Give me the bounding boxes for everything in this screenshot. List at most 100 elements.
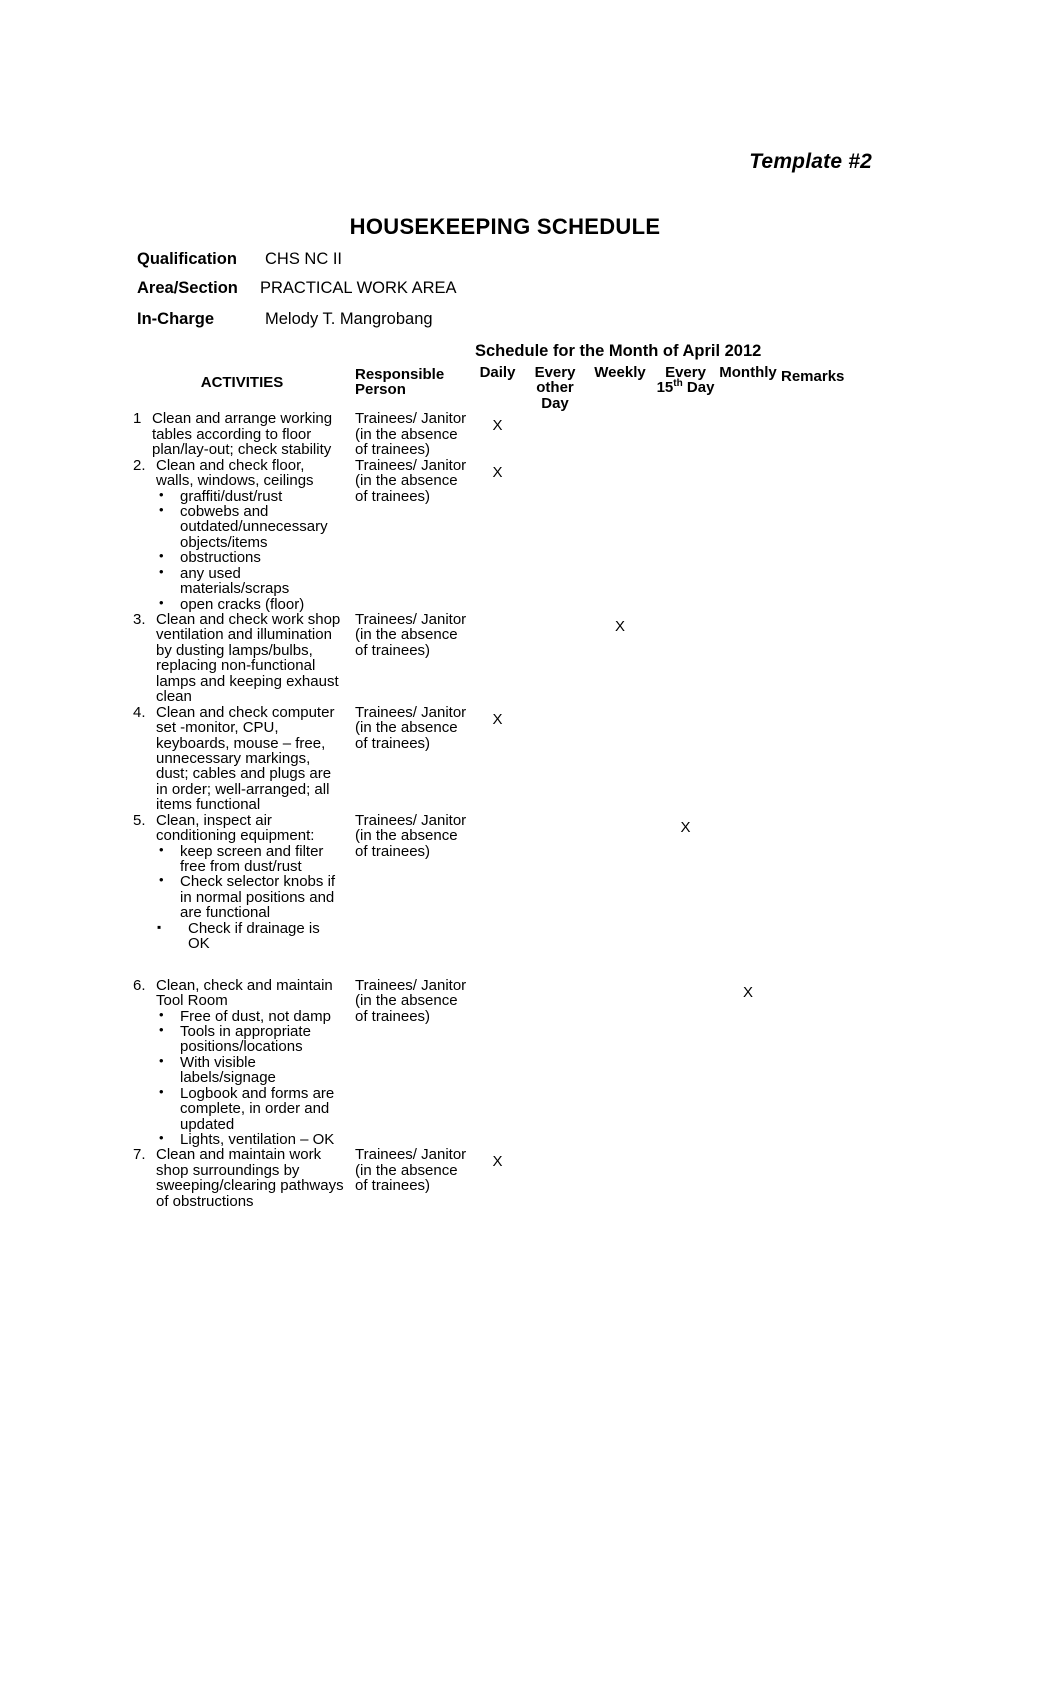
document-page: Template #2 HOUSEKEEPING SCHEDULE Qualif… [0, 0, 1062, 1686]
every-other-day-mark-cell [524, 813, 586, 952]
column-header-monthly: Monthly [719, 364, 777, 381]
activity-cell: 6. Clean, check and maintain Tool RoomFre… [133, 976, 351, 1147]
remarks-cell [779, 813, 877, 952]
activity-sub-item: keep screen and filter free from dust/ru… [133, 843, 345, 875]
weekly-mark-cell [586, 1147, 654, 1209]
activity-number: 5. [133, 811, 146, 829]
qualification-row: Qualification CHS NC II [137, 250, 342, 269]
table-header-row: ACTIVITIES Responsible Person Daily Ever… [133, 365, 877, 411]
weekly-mark-cell [586, 705, 654, 813]
table-row: 6. Clean, check and maintain Tool RoomFre… [133, 976, 877, 1148]
daily-mark-cell: X [492, 1153, 503, 1171]
every-other-day-mark-cell [524, 612, 586, 705]
column-header-every-other-day: Every other Day [534, 364, 576, 412]
monthly-mark-cell [717, 1147, 779, 1209]
activity-sub-item: open cracks (floor) [133, 596, 345, 612]
activity-sub-item: cobwebs and outdated/unnecessary objects… [133, 503, 345, 550]
table-row: 5. Clean, inspect air conditioning equipm… [133, 811, 877, 952]
responsible-person-cell: Trainees/ Janitor (in the absence of tra… [355, 811, 467, 860]
weekly-mark-cell: X [614, 618, 625, 635]
row-spacer-cell [471, 952, 524, 978]
every-other-day-mark-cell [524, 978, 586, 1148]
remarks-cell [779, 1147, 877, 1209]
row-spacer-cell [133, 952, 351, 978]
remarks-cell [779, 705, 877, 813]
table-row: 7. Clean and maintain work shop surroundi… [133, 1147, 877, 1209]
activity-number: 1 [133, 410, 142, 428]
activity-sub-item: obstructions [133, 549, 345, 565]
every-15th-day-mark-cell: X [680, 818, 691, 836]
every-other-day-mark-cell [524, 411, 586, 457]
every-15th-day-mark-cell [654, 411, 717, 457]
activity-number: 3. [133, 611, 146, 628]
area-section-row: Area/Section PRACTICAL WORK AREA [137, 279, 457, 298]
column-header-weekly: Weekly [594, 364, 646, 381]
remarks-cell [779, 458, 877, 612]
activity-sub-item: Logbook and forms are complete, in order… [133, 1085, 345, 1132]
activity-sub-list: Free of dust, not dampTools in appropria… [133, 1007, 345, 1147]
daily-mark-cell: X [492, 710, 503, 728]
every-other-day-mark-cell [524, 705, 586, 813]
daily-mark-cell: X [492, 463, 503, 481]
monthly-mark-cell [717, 612, 779, 705]
remarks-cell [779, 612, 877, 705]
activity-text: Clean and check floor, walls, windows, c… [156, 456, 314, 490]
activity-cell: 3. Clean and check work shop ventilation … [133, 612, 351, 705]
activity-sub-item: With visible labels/signage [133, 1054, 345, 1086]
activity-sub-list: graffiti/dust/rustcobwebs and outdated/u… [133, 487, 345, 612]
table-body: 1 Clean and arrange working tables accord… [133, 411, 877, 1209]
qualification-label: Qualification [137, 250, 237, 268]
row-spacer-cell [524, 952, 586, 978]
responsible-person-cell: Trainees/ Janitor (in the absence of tra… [355, 611, 467, 659]
activity-number: 2. [133, 456, 146, 474]
table-header: ACTIVITIES Responsible Person Daily Ever… [133, 365, 877, 411]
schedule-month-caption: Schedule for the Month of April 2012 [475, 342, 762, 360]
weekly-mark-cell [586, 411, 654, 457]
column-header-remarks: Remarks [781, 368, 845, 385]
activity-sub-item: Free of dust, not damp [133, 1007, 345, 1023]
monthly-mark-cell [717, 458, 779, 612]
activity-text: Clean and arrange working tables accordi… [152, 410, 333, 459]
activity-number: 6. [133, 976, 146, 994]
qualification-value: CHS NC II [265, 250, 343, 268]
activity-sub-item: any used materials/scraps [133, 565, 345, 597]
activity-number: 7. [133, 1146, 146, 1164]
daily-mark-cell: X [492, 417, 503, 435]
monthly-mark-cell [717, 705, 779, 813]
activity-cell: 7. Clean and maintain work shop surroundi… [133, 1147, 351, 1209]
activity-text: Clean, check and maintain Tool Room [156, 976, 333, 1010]
weekly-mark-cell [586, 978, 654, 1148]
monthly-mark-cell: X [742, 983, 753, 1001]
responsible-person-cell: Trainees/ Janitor (in the absence of tra… [355, 703, 467, 752]
every-15th-day-mark-cell [654, 458, 717, 612]
activity-text: Clean and check work shop ventilation an… [156, 611, 341, 706]
responsible-person-cell: Trainees/ Janitor (in the absence of tra… [355, 410, 467, 459]
column-header-daily: Daily [479, 364, 516, 381]
row-spacer-cell [586, 952, 654, 978]
activity-cell: 2. Clean and check floor, walls, windows,… [133, 456, 351, 612]
every-other-day-mark-cell [524, 1147, 586, 1209]
table-row: 4. Clean and check computer set -monitor,… [133, 703, 877, 814]
row-spacer-cell [779, 952, 877, 978]
activity-text: Clean and check computer set -monitor, C… [156, 703, 335, 814]
activity-number: 4. [133, 703, 146, 721]
row-spacer-cell [654, 952, 717, 978]
remarks-cell [779, 411, 877, 457]
every-15th-day-mark-cell [654, 612, 717, 705]
column-header-responsible-person: Responsible Person [355, 366, 445, 399]
monthly-mark-cell [717, 411, 779, 457]
table-row: 2. Clean and check floor, walls, windows,… [133, 456, 877, 612]
weekly-mark-cell [586, 813, 654, 952]
activity-text: Clean, inspect air conditioning equipmen… [156, 811, 315, 845]
activity-cell: 5. Clean, inspect air conditioning equipm… [133, 811, 351, 952]
table-row: 3. Clean and check work shop ventilation … [133, 612, 877, 705]
template-label: Template #2 [749, 150, 872, 173]
activity-sub-list: keep screen and filter free from dust/ru… [133, 843, 345, 952]
every-15th-day-sup: th [673, 378, 683, 390]
weekly-mark-cell [586, 458, 654, 612]
every-15th-day-mark-cell [654, 978, 717, 1148]
daily-mark-cell [471, 813, 524, 952]
remarks-cell [779, 978, 877, 1148]
row-spacer-cell [717, 952, 779, 978]
in-charge-row: In-Charge Melody T. Mangrobang [137, 310, 433, 329]
